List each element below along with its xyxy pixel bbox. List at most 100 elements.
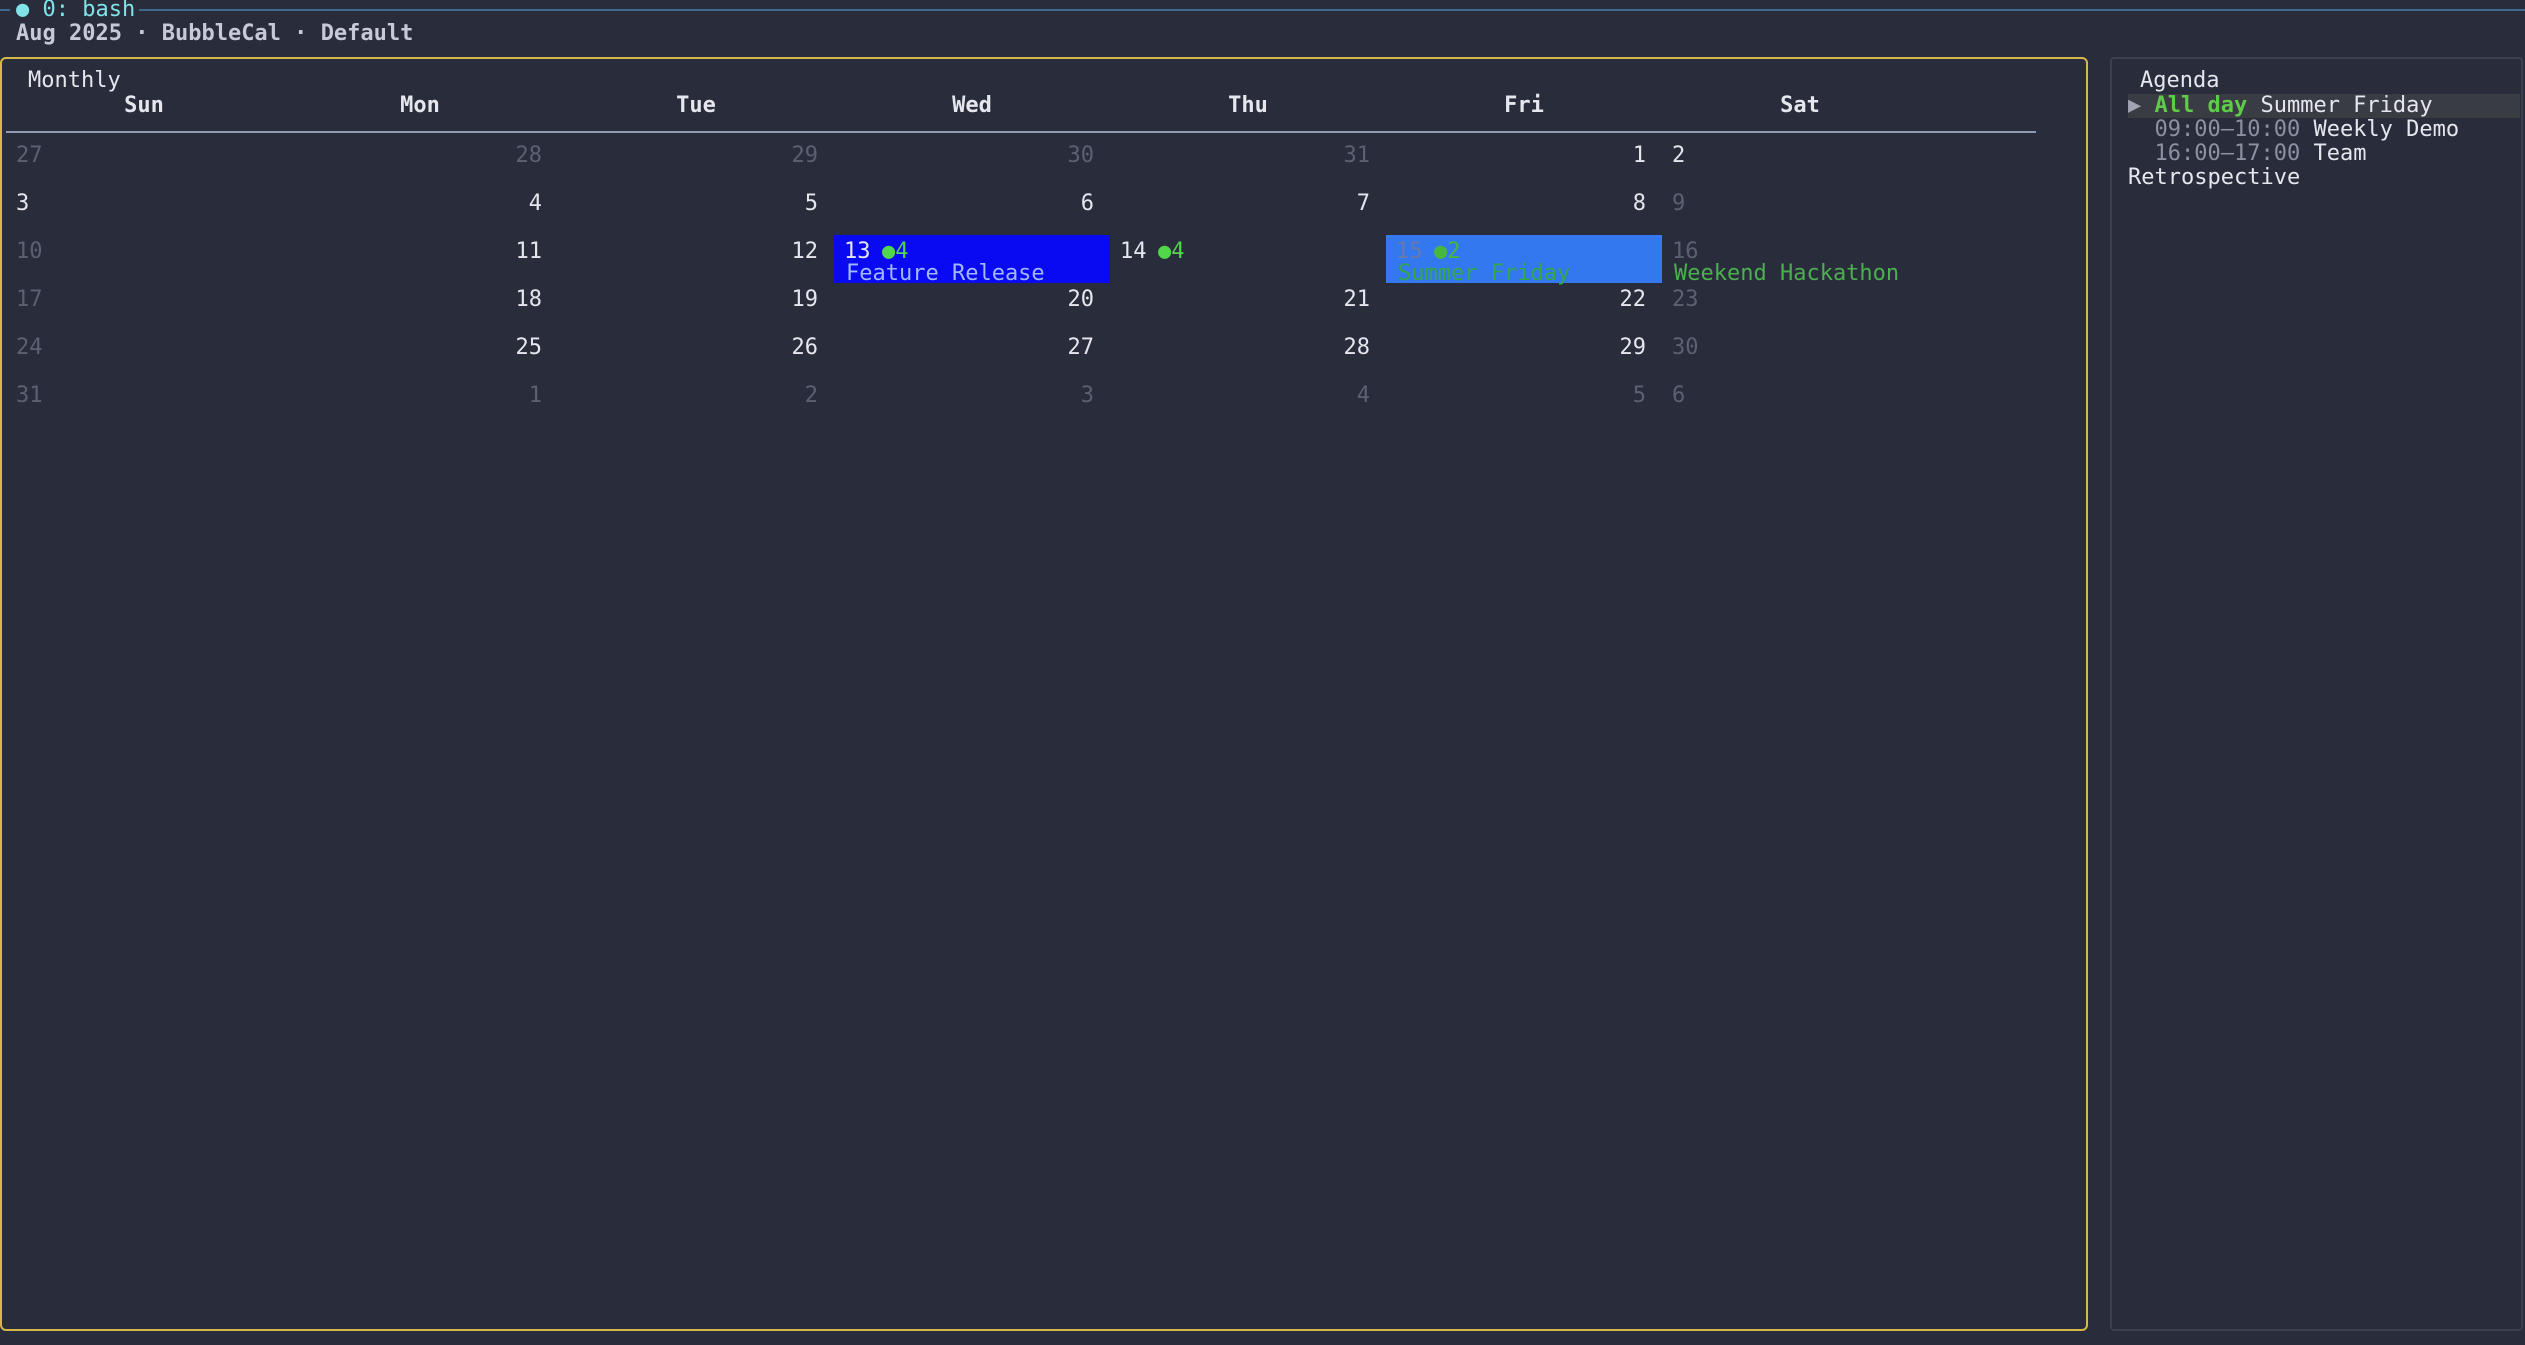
day-cell[interactable]: 26 [558,331,834,379]
day-cell[interactable]: 31 [1110,139,1386,187]
day-cell[interactable]: 2 [558,379,834,427]
weekday-mon: Mon [400,93,440,118]
day-cell[interactable]: 3 [6,187,282,235]
day-number: 5 [804,191,818,216]
day-number: 8 [1632,191,1646,216]
agenda-item-summer-friday[interactable]: ▶ All day Summer Friday [2128,94,2520,118]
day-number: 30 [1672,335,1699,360]
day-cell[interactable]: 25 [282,331,558,379]
day-cell[interactable]: 11 [282,235,558,283]
agenda-item-name-continued: Retrospective [2128,165,2301,190]
day-number: 30 [1067,143,1095,168]
day-number: 23 [1672,287,1699,312]
day-cell[interactable]: 29 [1386,331,1662,379]
day-cell[interactable]: 30 [834,139,1110,187]
event-title[interactable]: Summer Friday [1398,263,1570,285]
day-cell[interactable]: 24 [6,331,282,379]
day-cell[interactable]: 2 [1662,139,1938,187]
day-number: 1 [1632,143,1646,168]
day-cell[interactable]: 14 ●4 [1110,235,1386,283]
day-cell[interactable]: 6 [1662,379,1938,427]
day-cell[interactable]: 31 [6,379,282,427]
day-cell[interactable]: 13 ●4 Feature Release [834,235,1110,285]
day-cell[interactable]: 16 Weekend Hackathon [1662,235,1938,285]
day-cell[interactable]: 6 [834,187,1110,235]
day-cell[interactable]: 9 [1662,187,1938,235]
day-number: 2 [804,383,818,408]
day-cell[interactable]: 1 [1386,139,1662,187]
weekday-sat: Sat [1780,93,1820,118]
day-cell[interactable]: 12 [558,235,834,283]
pane-title: Monthly [28,68,121,93]
day-cell[interactable]: 27 [834,331,1110,379]
agenda-item-name: Weekly Demo [2313,117,2460,142]
day-cell[interactable]: 17 [6,283,282,331]
day-number: 6 [1080,191,1094,216]
day-number: 12 [791,239,819,264]
day-number: 27 [1067,335,1095,360]
day-cell[interactable]: 8 [1386,187,1662,235]
day-number: 29 [1619,335,1647,360]
status-profile: Default [320,21,414,46]
tmux-window-tab[interactable]: ● 0: bash [10,0,140,22]
agenda-item-time: All day [2154,93,2248,118]
monthly-calendar-pane[interactable]: Monthly Sun Mon Tue Wed Thu Fri Sat 27 28… [0,57,2088,1331]
app-status-line: Aug 2025 · BubbleCal · Default [16,20,413,48]
agenda-item-team-retrospective[interactable]: 16:00–17:00 Team [2128,142,2520,166]
day-cell[interactable]: 22 [1386,283,1662,331]
day-number: 7 [1356,191,1370,216]
event-count-badge: ●4 [1158,239,1185,264]
day-number: 21 [1343,287,1371,312]
day-cell[interactable]: 3 [834,379,1110,427]
day-cell[interactable]: 7 [1110,187,1386,235]
selection-arrow-icon: ▶ [2128,93,2142,118]
day-number: 28 [515,143,543,168]
day-number: 2 [1672,143,1686,168]
day-number: 17 [16,287,43,312]
event-title[interactable]: Weekend Hackathon [1674,263,1899,285]
agenda-item-weekly-demo[interactable]: 09:00–10:00 Weekly Demo [2128,118,2520,142]
agenda-item-name: Summer Friday [2260,93,2433,118]
day-cell[interactable]: 5 [558,187,834,235]
day-cell[interactable]: 29 [558,139,834,187]
day-cell[interactable]: 15 ●2 Summer Friday [1386,235,1662,285]
day-number: 31 [16,383,43,408]
header-divider [6,131,2036,133]
day-cell[interactable]: 19 [558,283,834,331]
day-cell[interactable]: 20 [834,283,1110,331]
day-cell[interactable]: 21 [1110,283,1386,331]
day-number: 31 [1343,143,1371,168]
active-window-dot-icon: ● [16,0,30,22]
agenda-pane[interactable]: Agenda ▶ All day Summer Friday 09:00–10:… [2110,57,2523,1331]
day-cell[interactable]: 5 [1386,379,1662,427]
day-number: 1 [528,383,542,408]
day-cell[interactable]: 18 [282,283,558,331]
day-cell[interactable]: 27 [6,139,282,187]
day-cell[interactable]: 28 [282,139,558,187]
day-cell[interactable]: 30 [1662,331,1938,379]
weekday-wed: Wed [952,93,992,118]
status-month: Aug 2025 [16,21,122,46]
tmux-window-label: 0: bash [42,0,136,22]
day-number: 28 [1343,335,1371,360]
event-title[interactable]: Feature Release [846,263,1045,285]
weekday-header: Sun Mon Tue Wed Thu Fri Sat [6,93,2036,123]
day-number: 3 [1080,383,1094,408]
day-number: 19 [791,287,819,312]
day-number: 14 [1120,239,1147,264]
day-cell[interactable]: 1 [282,379,558,427]
day-cell[interactable]: 4 [1110,379,1386,427]
status-separator: · [280,21,321,46]
day-cell[interactable]: 28 [1110,331,1386,379]
agenda-item-wrap-text[interactable]: Retrospective [2128,166,2520,190]
day-cell[interactable]: 4 [282,187,558,235]
day-number: 4 [1356,383,1370,408]
weekday-tue: Tue [676,93,716,118]
day-number: 6 [1672,383,1686,408]
day-cell[interactable]: 10 [6,235,282,283]
weekday-fri: Fri [1504,93,1544,118]
day-number: 10 [16,239,43,264]
status-separator: · [121,21,162,46]
day-cell[interactable]: 23 [1662,283,1938,331]
day-number: 29 [791,143,819,168]
